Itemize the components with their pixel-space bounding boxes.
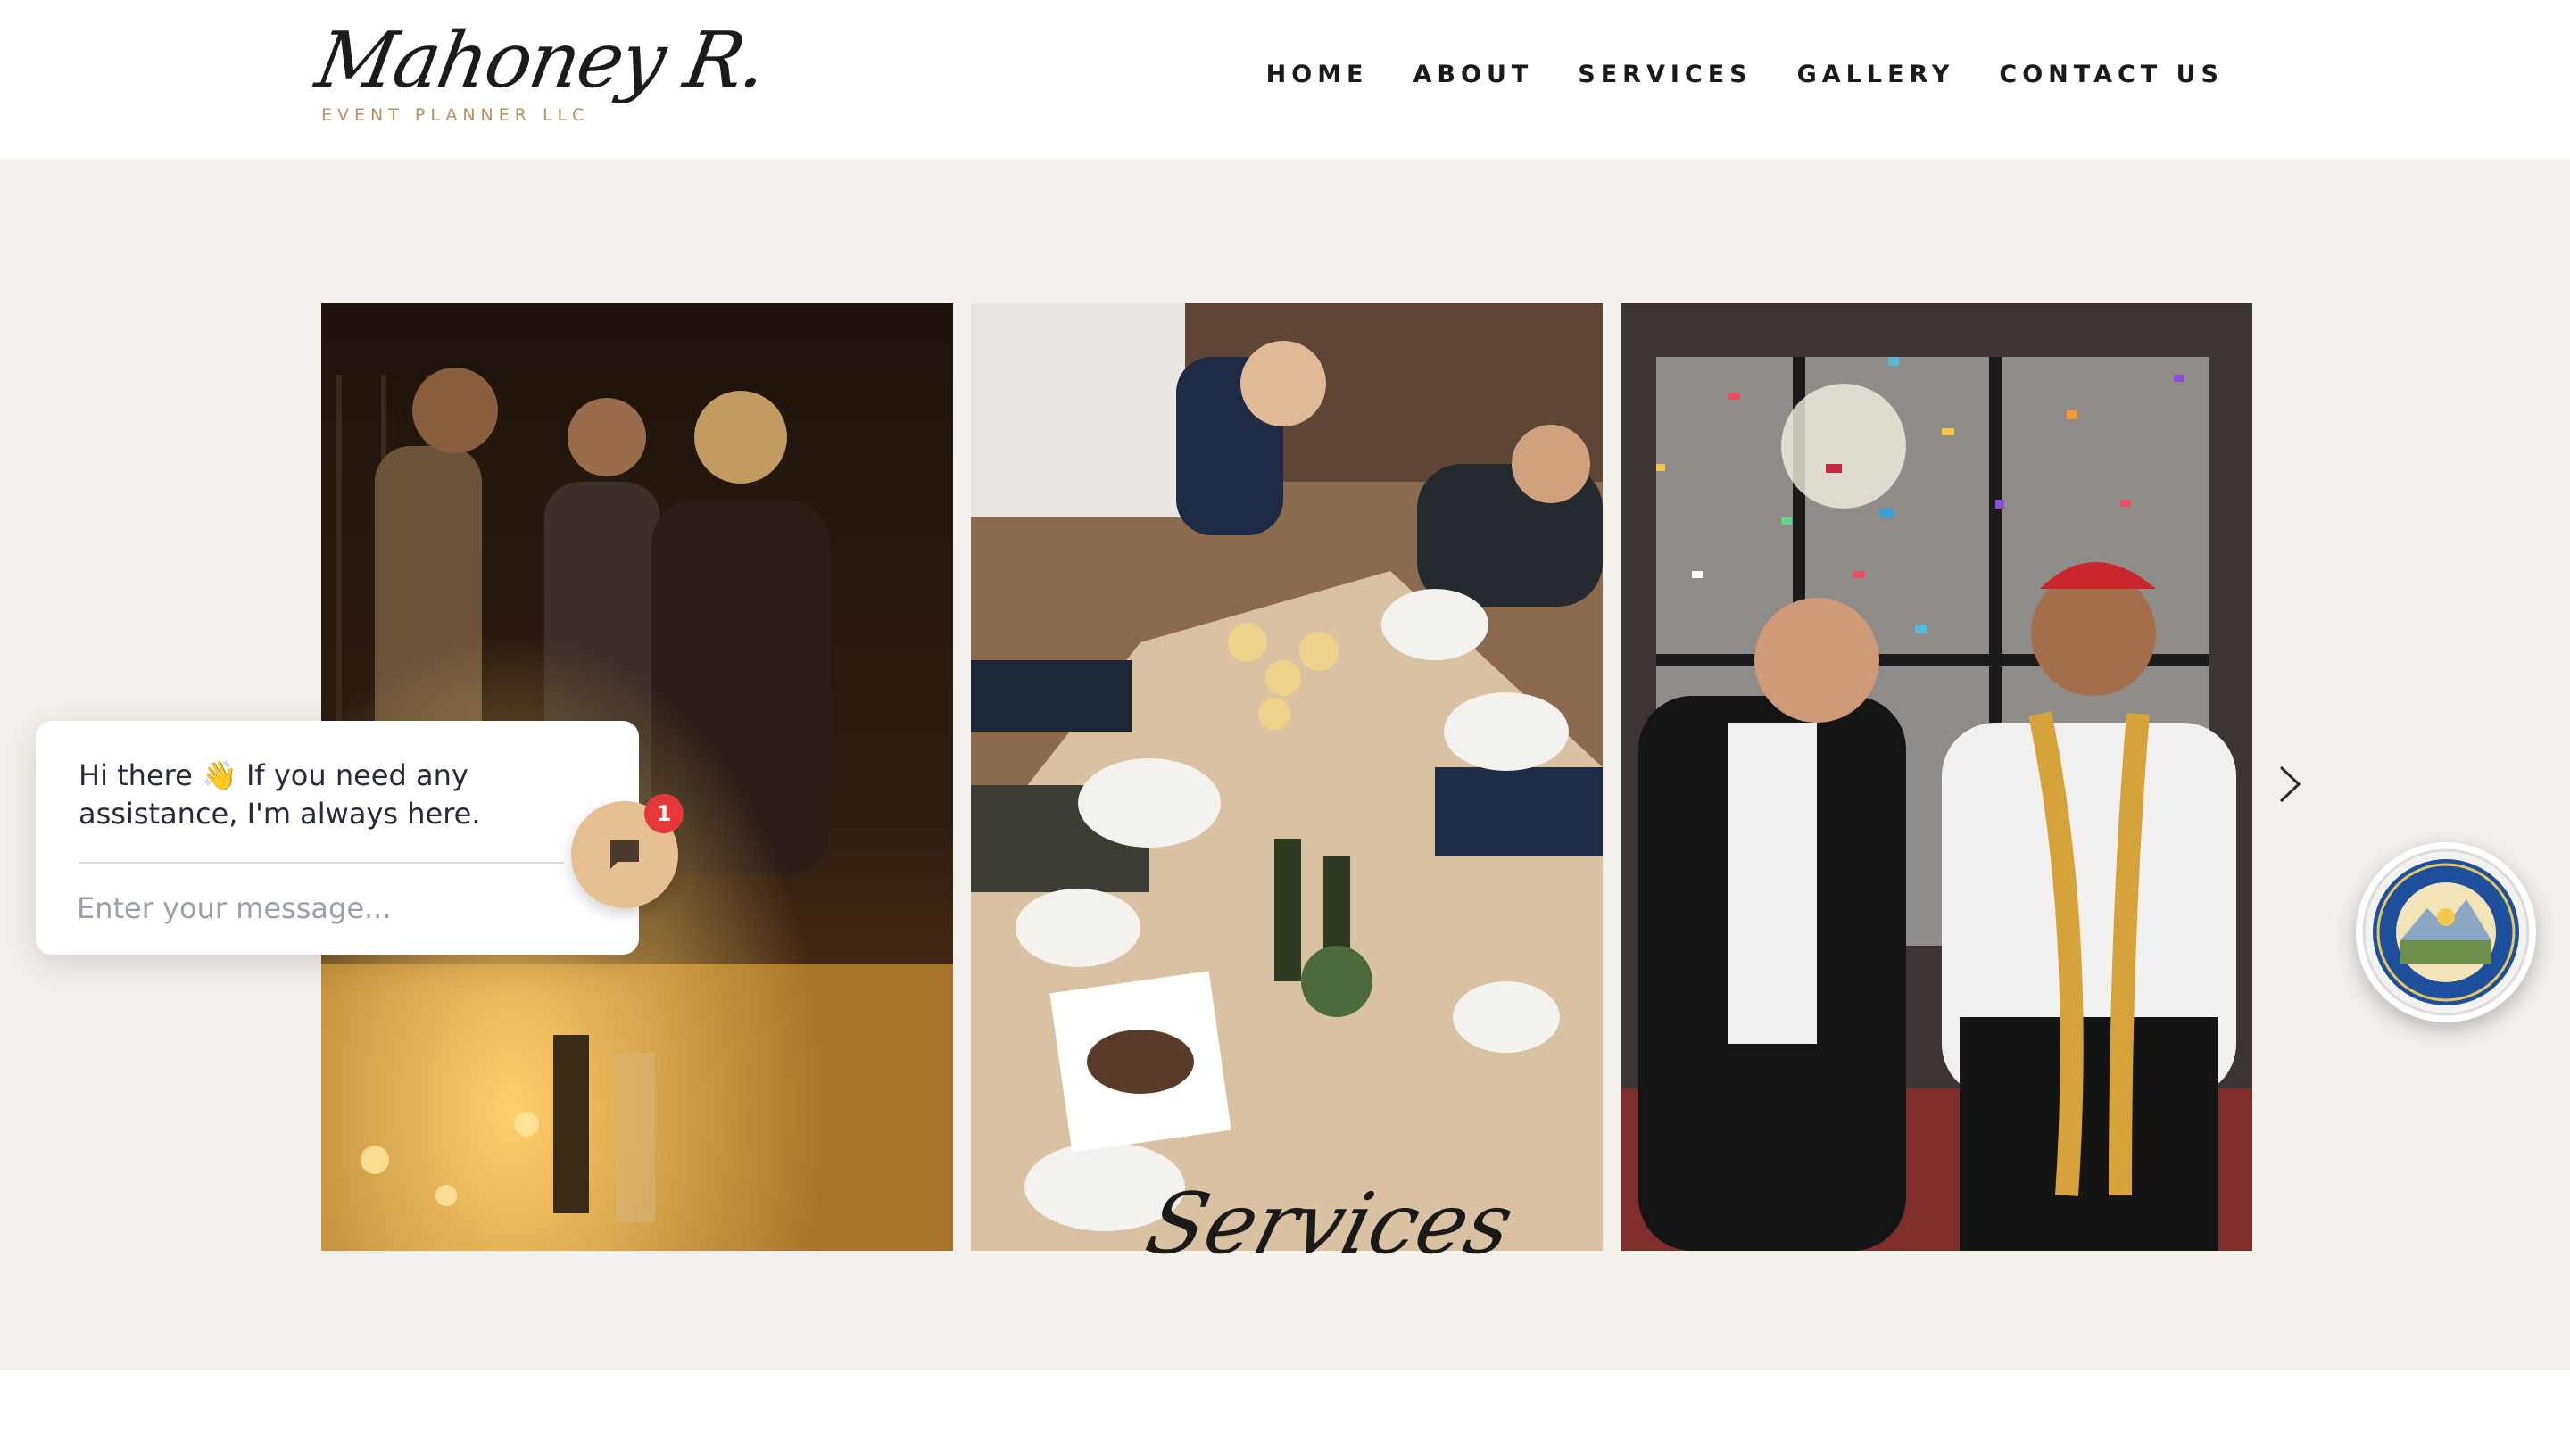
logo-script-text: Mahoney R. <box>310 16 773 105</box>
chat-popup: Hi there 👋 If you need any assistance, I… <box>36 721 639 955</box>
services-heading: Services <box>1137 1176 1523 1273</box>
page-footer-area <box>0 1370 2570 1456</box>
chat-message-input[interactable] <box>77 881 576 935</box>
nav-services[interactable]: SERVICES <box>1578 61 1752 88</box>
dinner-toast-photo[interactable] <box>971 303 1603 1251</box>
site-header: Mahoney R. EVENT PLANNER LLC HOME ABOUT … <box>0 0 2570 159</box>
unread-count-badge: 1 <box>644 794 684 833</box>
chat-divider <box>79 862 564 864</box>
carousel-next-arrow-icon[interactable] <box>2274 762 2306 807</box>
nav-gallery[interactable]: GALLERY <box>1797 61 1955 88</box>
nav-contact-us[interactable]: CONTACT US <box>1999 61 2224 88</box>
nav-about[interactable]: ABOUT <box>1414 61 1534 88</box>
main-nav: HOME ABOUT SERVICES GALLERY CONTACT US <box>1266 61 2224 88</box>
logo[interactable]: Mahoney R. EVENT PLANNER LLC <box>310 12 772 137</box>
nav-home[interactable]: HOME <box>1266 61 1369 88</box>
state-seal-badge[interactable] <box>2356 842 2536 1022</box>
logo-subtitle: EVENT PLANNER LLC <box>321 105 590 125</box>
chat-bubble-icon <box>610 840 639 869</box>
chat-greeting-text: Hi there 👋 If you need any assistance, I… <box>79 758 481 831</box>
confetti-celebration-photo[interactable] <box>1621 303 2252 1251</box>
